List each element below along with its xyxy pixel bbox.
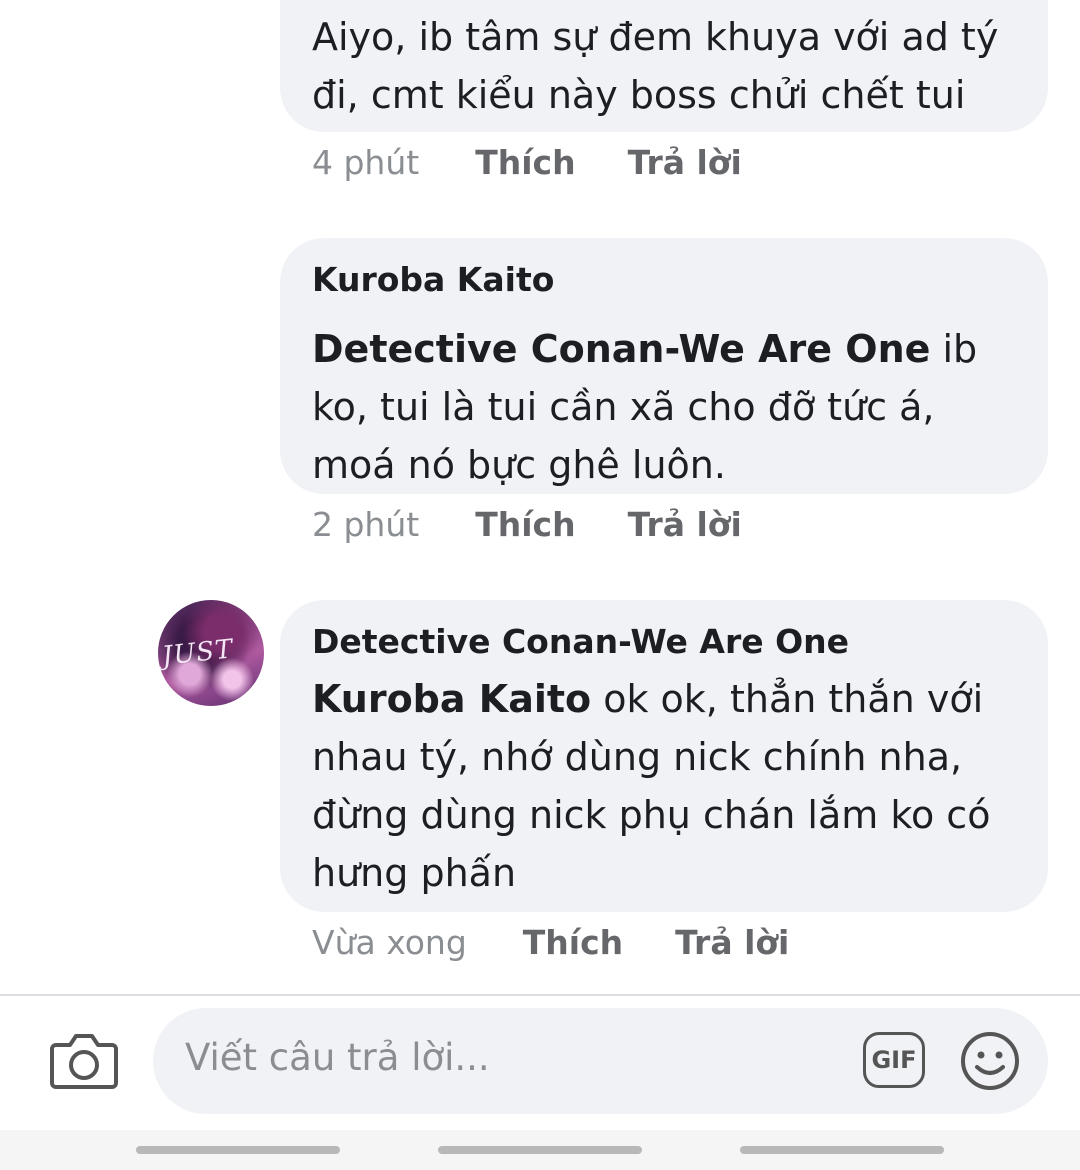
comment-meta-1: 4 phút Thích Trả lời xyxy=(312,140,742,184)
nav-handle-center xyxy=(438,1146,642,1154)
reply-button[interactable]: Trả lời xyxy=(628,143,742,182)
comment-time: 4 phút xyxy=(312,142,420,182)
camera-icon[interactable] xyxy=(50,1031,118,1091)
system-nav-bar xyxy=(0,1130,1080,1170)
emoji-icon[interactable] xyxy=(959,1030,1021,1092)
comment-time: Vừa xong xyxy=(312,922,467,962)
nav-handle-right xyxy=(740,1146,944,1154)
mention-link[interactable]: Kuroba Kaito xyxy=(312,677,591,721)
comment-meta-3: Vừa xong Thích Trả lời xyxy=(312,920,789,964)
avatar[interactable]: JUST xyxy=(158,600,264,706)
comment-author[interactable]: Detective Conan-We Are One xyxy=(312,622,849,661)
mention-link[interactable]: Detective Conan-We Are One xyxy=(312,327,930,371)
comment-time: 2 phút xyxy=(312,504,420,544)
like-button[interactable]: Thích xyxy=(523,923,623,962)
comment-text: Detective Conan-We Are One ib ko, tui là… xyxy=(312,320,1018,494)
reply-button[interactable]: Trả lời xyxy=(675,923,789,962)
reply-button[interactable]: Trả lời xyxy=(628,505,742,544)
reply-composer: Viết câu trả lời... GIF xyxy=(0,996,1080,1130)
comment-bubble-3: Detective Conan-We Are One Kuroba Kaito … xyxy=(280,600,1048,912)
comment-text: Aiyo, ib tâm sự đem khuya với ad tý đi, … xyxy=(312,15,999,117)
reply-placeholder: Viết câu trả lời... xyxy=(185,1036,490,1079)
comment-meta-2: 2 phút Thích Trả lời xyxy=(312,502,742,546)
comment-bubble-2: Kuroba Kaito Detective Conan-We Are One … xyxy=(280,238,1048,494)
reply-input[interactable]: Viết câu trả lời... GIF xyxy=(153,1008,1048,1114)
comment-author[interactable]: Kuroba Kaito xyxy=(312,260,554,299)
nav-handle-left xyxy=(136,1146,340,1154)
like-button[interactable]: Thích xyxy=(475,505,575,544)
comment-bubble-1: Aiyo, ib tâm sự đem khuya với ad tý đi, … xyxy=(280,0,1048,132)
comment-text: Kuroba Kaito ok ok, thẳn thắn với nhau t… xyxy=(312,670,1018,902)
gif-button[interactable]: GIF xyxy=(863,1032,925,1088)
like-button[interactable]: Thích xyxy=(475,143,575,182)
avatar-text: JUST xyxy=(160,634,235,672)
